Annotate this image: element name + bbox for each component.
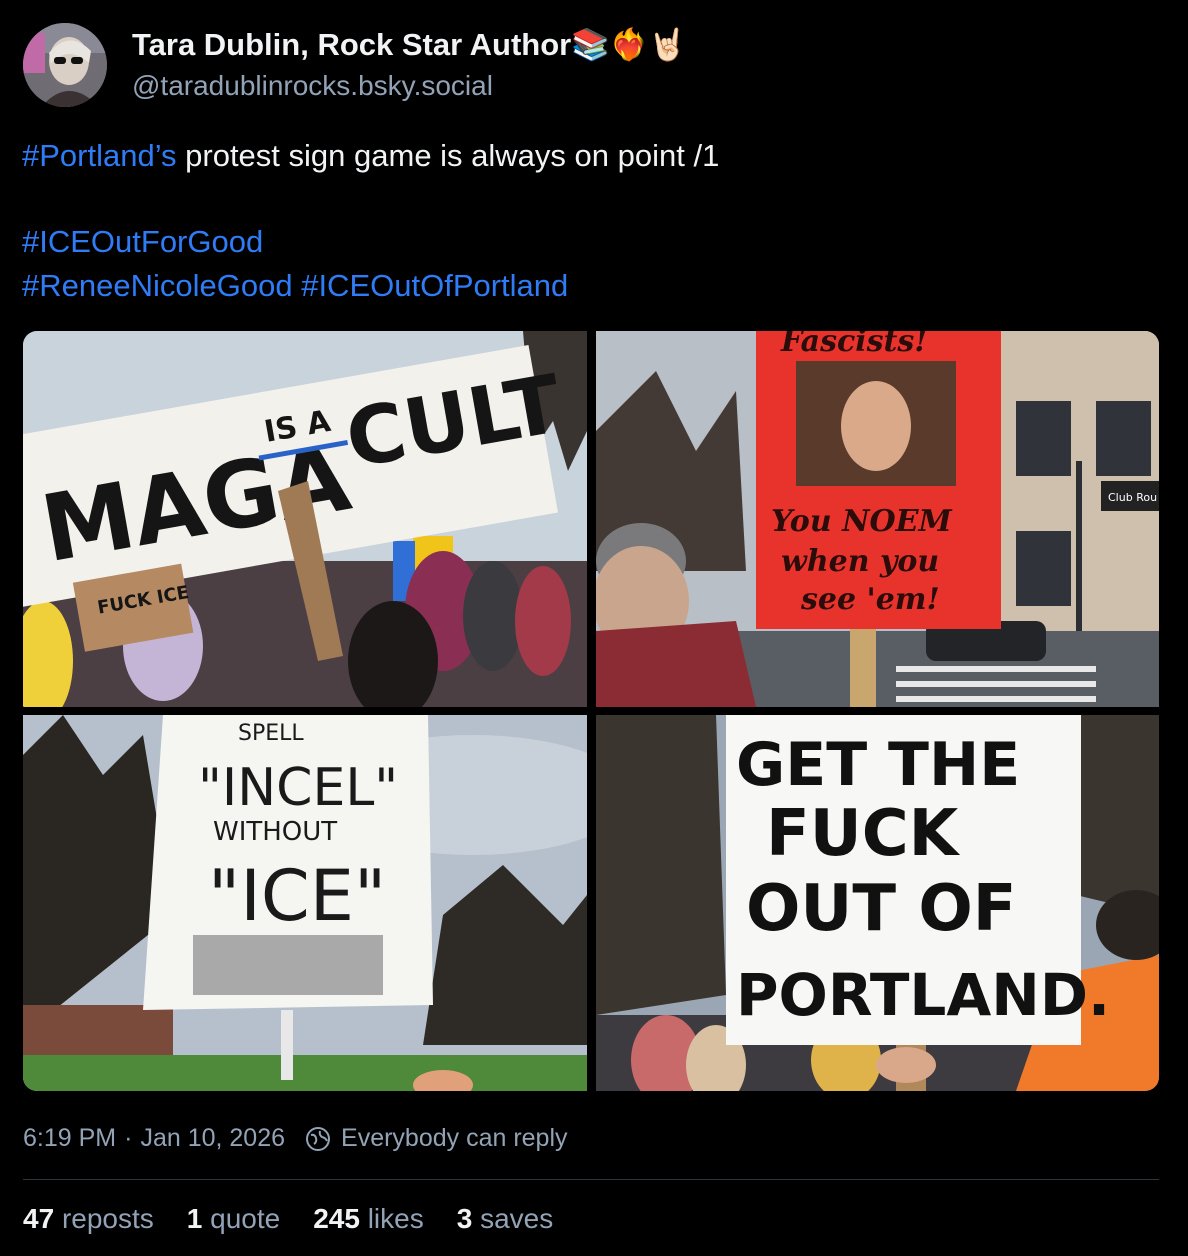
likes-stat[interactable]: 245 likes	[313, 1203, 424, 1235]
author-display-name[interactable]: Tara Dublin, Rock Star Author📚❤️‍🔥🤘🏻	[132, 26, 687, 63]
sign-text-when-you: when you	[781, 544, 939, 579]
post-line-2: #ICEOutForGood	[22, 220, 1162, 264]
shop-sign-text: Club Rou	[1108, 491, 1157, 504]
likes-label: likes	[367, 1203, 424, 1234]
protest-photo-4: GET THE FUCK OUT OF PORTLAND.	[596, 715, 1159, 1091]
post-text: #Portland’s protest sign game is always …	[22, 134, 1162, 308]
hashtag-iceoutofportland-link[interactable]: #ICEOutOfPortland	[301, 268, 568, 303]
sign-text-see-em: see 'em!	[800, 582, 940, 617]
quotes-count: 1	[186, 1203, 203, 1234]
author-handle[interactable]: @taradublinrocks.bsky.social	[132, 70, 493, 102]
meta-separator: ·	[124, 1124, 133, 1152]
protest-photo-3: SPELL "INCEL" WITHOUT "ICE"	[23, 715, 587, 1091]
reposts-label: reposts	[61, 1203, 154, 1234]
protest-photo-1: MAGA IS A CULT FUCK ICE	[23, 331, 587, 707]
reply-setting[interactable]: Everybody can reply	[341, 1124, 568, 1153]
sign-text-fuck: FUCK	[766, 797, 961, 871]
likes-count: 245	[313, 1203, 360, 1234]
post-image-3[interactable]: SPELL "INCEL" WITHOUT "ICE"	[23, 715, 587, 1091]
sign-text-incel: "INCEL"	[198, 758, 398, 818]
post-image-4[interactable]: GET THE FUCK OUT OF PORTLAND.	[596, 715, 1159, 1091]
post-line-1: #Portland’s protest sign game is always …	[22, 134, 1162, 178]
reposts-count: 47	[23, 1203, 55, 1234]
saves-stat[interactable]: 3 saves	[457, 1203, 554, 1235]
post-date: Jan 10, 2026	[140, 1124, 286, 1152]
hashtag-portland-link[interactable]: #Portland’s	[22, 138, 177, 173]
sign-text-you-noem: You NOEM	[771, 504, 952, 539]
author-avatar[interactable]	[23, 23, 107, 107]
post-line-1-text: protest sign game is always on point /1	[176, 138, 720, 173]
sign-text-without: WITHOUT	[213, 817, 337, 847]
sign-text-ice: "ICE"	[208, 855, 386, 937]
sign-text-out-of: OUT OF	[746, 872, 1016, 946]
post-line-3: #ReneeNicoleGood #ICEOutOfPortland	[22, 264, 1162, 308]
post-image-2[interactable]: Club Rou Fascists! You NOEM when you see…	[596, 331, 1159, 707]
globe-icon	[305, 1126, 331, 1152]
divider	[23, 1179, 1159, 1180]
protest-photo-2: Club Rou Fascists! You NOEM when you see…	[596, 331, 1159, 707]
sign-text-portland: PORTLAND.	[736, 961, 1110, 1029]
sign-text-get-the: GET THE	[736, 730, 1020, 800]
sign-text-spell: SPELL	[238, 721, 304, 746]
image-grid: MAGA IS A CULT FUCK ICE Club Rou Fascist…	[23, 331, 1159, 1091]
post-time: 6:19 PM	[23, 1124, 117, 1152]
hashtag-reneenicolegood-link[interactable]: #ReneeNicoleGood	[22, 268, 293, 303]
saves-count: 3	[456, 1203, 473, 1234]
post-meta: 6:19 PM · Jan 10, 2026 Everybody can rep…	[23, 1124, 568, 1153]
quotes-label: quote	[210, 1203, 281, 1234]
avatar-photo-icon	[23, 23, 107, 107]
post-image-1[interactable]: MAGA IS A CULT FUCK ICE	[23, 331, 587, 707]
saves-label: saves	[480, 1203, 554, 1234]
reposts-stat[interactable]: 47 reposts	[23, 1203, 154, 1235]
quotes-stat[interactable]: 1 quote	[187, 1203, 280, 1235]
sign-text-fascists: Fascists!	[780, 331, 927, 359]
engagement-stats: 47 reposts 1 quote 245 likes 3 saves	[23, 1203, 586, 1235]
post-thread-item: Tara Dublin, Rock Star Author📚❤️‍🔥🤘🏻 @ta…	[0, 0, 1188, 1256]
hashtag-iceoutforgood-link[interactable]: #ICEOutForGood	[22, 224, 263, 259]
